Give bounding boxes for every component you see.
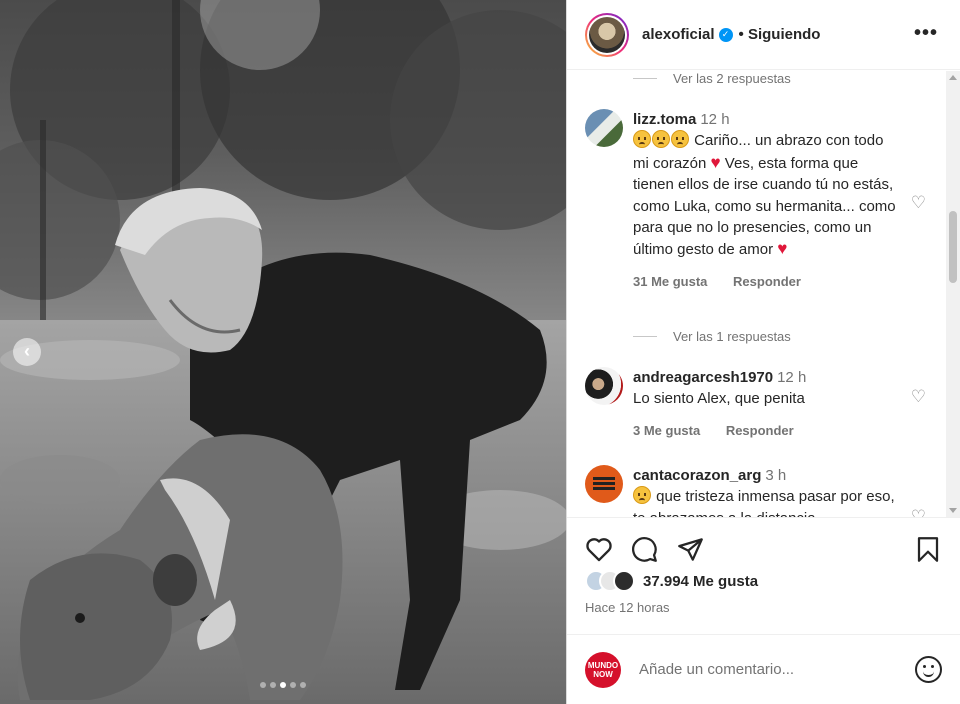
heart-icon[interactable] [585, 536, 613, 562]
reply-button[interactable]: Responder [733, 274, 801, 289]
carousel-dot [290, 682, 296, 688]
comment-item: cantacorazon_arg 3 h que tristeza inmensa… [585, 465, 946, 517]
current-user-avatar: MUNDO NOW [585, 651, 621, 688]
author-username[interactable]: alexoficial [642, 26, 715, 43]
scroll-up-icon[interactable] [949, 75, 957, 80]
likes-summary[interactable]: 37.994 Me gusta [585, 570, 758, 592]
comment-username[interactable]: andreagarcesh1970 [633, 369, 773, 386]
post-side-panel: alexoficial ✓ • Siguiendo ••• Ver las 2 … [566, 0, 960, 704]
comment-text: Lo siento Alex, que penita [633, 390, 805, 408]
more-options-icon[interactable]: ••• [914, 22, 938, 45]
post-viewer: ‹ alexoficial ✓ • Siguiendo ••• Ver las … [0, 0, 960, 704]
comment-username[interactable]: cantacorazon_arg [633, 467, 761, 484]
comment-like-count[interactable]: 3 Me gusta [633, 423, 700, 438]
post-timestamp: Hace 12 horas [585, 600, 670, 615]
carousel-dot-active [280, 682, 286, 688]
comment-username[interactable]: lizz.toma [633, 111, 696, 128]
comment-like-count[interactable]: 31 Me gusta [633, 274, 707, 289]
post-photo[interactable]: ‹ [0, 0, 566, 704]
scrollbar-thumb[interactable] [949, 211, 957, 283]
comment-icon[interactable] [631, 536, 658, 563]
comment-time: 12 h [777, 369, 807, 386]
view-replies-button[interactable]: Ver las 2 respuestas [633, 71, 791, 86]
carousel-dot [270, 682, 276, 688]
commenter-avatar[interactable] [585, 465, 623, 503]
chevron-left-icon: ‹ [24, 341, 30, 361]
verified-badge-icon: ✓ [718, 27, 733, 42]
heart-icon[interactable]: ♡ [911, 387, 926, 407]
comment-item: andreagarcesh1970 12 h Lo siento Alex, qu… [585, 367, 946, 441]
comments-scrollbar[interactable] [946, 71, 960, 517]
commenter-avatar[interactable] [585, 109, 623, 147]
heart-emoji-icon: ♥ [710, 152, 721, 172]
view-replies-label: Ver las 2 respuestas [673, 71, 791, 86]
sad-emoji-icon [633, 486, 651, 505]
follow-status-label: Siguiendo [747, 26, 821, 43]
heart-emoji-icon: ♥ [777, 239, 788, 259]
comment-item: lizz.toma 12 h Cariño... un abrazo con to… [585, 109, 946, 292]
reply-button[interactable]: Responder [726, 423, 794, 438]
emoji-icon[interactable] [915, 656, 942, 683]
photo-illustration [0, 0, 566, 704]
bookmark-icon[interactable] [916, 536, 940, 563]
sad-emoji-icon [633, 130, 651, 149]
carousel-dot [260, 682, 266, 688]
heart-icon[interactable]: ♡ [911, 193, 926, 213]
liker-avatar [613, 570, 635, 592]
comment-text: que tristeza inmensa pasar por eso, te a… [633, 488, 895, 517]
sad-emoji-icon [652, 130, 670, 149]
heart-icon[interactable]: ♡ [911, 507, 926, 517]
previous-slide-button[interactable]: ‹ [13, 338, 41, 366]
comment-input[interactable] [639, 661, 915, 678]
view-replies-label: Ver las 1 respuestas [673, 329, 791, 344]
sad-emoji-icon [671, 130, 689, 149]
carousel-dot [300, 682, 306, 688]
post-header: alexoficial ✓ • Siguiendo ••• [567, 0, 960, 70]
scroll-down-icon[interactable] [949, 508, 957, 513]
comments-list: Ver las 2 respuestas lizz.toma 12 h Cariñ… [567, 71, 946, 517]
share-icon[interactable] [677, 536, 704, 563]
carousel-indicator [0, 682, 566, 688]
author-avatar[interactable] [585, 12, 629, 57]
comment-time: 3 h [765, 467, 787, 484]
commenter-avatar[interactable] [585, 367, 623, 405]
view-replies-button[interactable]: Ver las 1 respuestas [633, 329, 791, 344]
post-actions [567, 517, 960, 578]
follow-status[interactable]: • Siguiendo [739, 26, 821, 43]
likes-count[interactable]: 37.994 Me gusta [643, 573, 758, 590]
comment-time: 12 h [700, 111, 730, 128]
comment-composer: MUNDO NOW [567, 634, 960, 704]
